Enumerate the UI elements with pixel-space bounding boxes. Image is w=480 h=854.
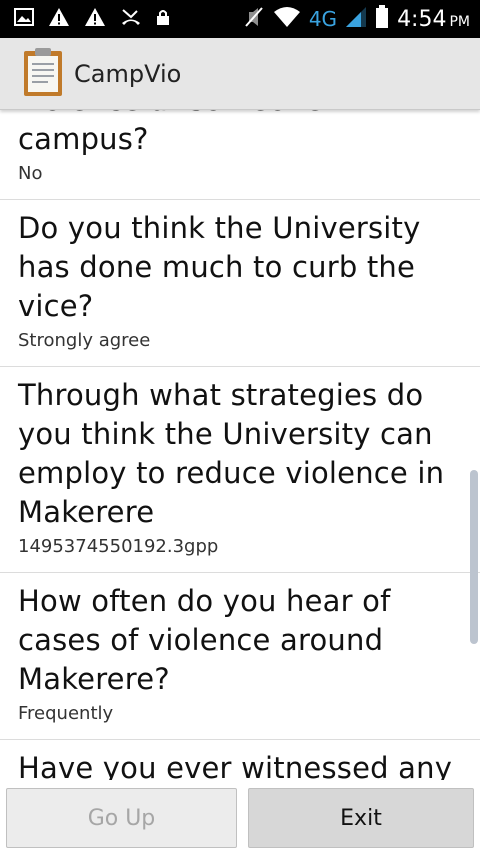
list-item[interactable]: Do you think the University has done muc…	[0, 200, 480, 367]
warning-icon	[48, 7, 70, 31]
question-text: violence at someone in campus?	[18, 110, 359, 156]
action-bar: CampVio	[0, 38, 480, 110]
bottom-button-bar: Go Up Exit	[0, 780, 480, 854]
list-item[interactable]: Have you ever witnessed any	[0, 740, 480, 780]
status-bar: 4G 4:54 PM	[0, 0, 480, 38]
clock-ampm: PM	[449, 13, 470, 30]
image-icon	[14, 8, 34, 30]
lock-icon	[156, 8, 170, 30]
notification-icons	[14, 0, 170, 38]
answer-text: Frequently	[18, 703, 114, 724]
wifi-icon	[273, 6, 301, 32]
answer-text: Strongly agree	[18, 330, 151, 351]
missed-call-icon	[120, 7, 142, 31]
question-text: How often do you hear of cases of violen…	[18, 584, 391, 696]
question-text: Through what strategies do you think the…	[18, 378, 445, 529]
question-text: Do you think the University has done muc…	[18, 211, 421, 323]
warning-icon	[84, 7, 106, 31]
answer-text: No	[18, 163, 43, 184]
network-type-label: 4G	[308, 7, 338, 31]
clock: 4:54 PM	[397, 7, 470, 32]
battery-icon	[375, 5, 389, 33]
clipboard-icon[interactable]	[22, 47, 64, 97]
list-item[interactable]: How often do you hear of cases of violen…	[0, 573, 480, 740]
answer-text: 1495374550192.3gpp	[18, 536, 219, 557]
mute-icon	[243, 6, 265, 32]
list-content: violence at someone in campus? No Do you t…	[0, 110, 480, 780]
go-up-button[interactable]: Go Up	[6, 788, 237, 848]
app-title: CampVio	[74, 60, 182, 88]
question-text: Have you ever witnessed any	[18, 751, 453, 780]
list-item[interactable]: violence at someone in campus? No	[0, 110, 480, 200]
survey-answers-list[interactable]: violence at someone in campus? No Do you t…	[0, 110, 480, 780]
scrollbar[interactable]	[470, 470, 478, 644]
signal-icon	[345, 6, 367, 32]
system-icons: 4G 4:54 PM	[243, 0, 470, 38]
exit-button[interactable]: Exit	[248, 788, 474, 848]
clock-time: 4:54	[397, 6, 447, 32]
list-item[interactable]: Through what strategies do you think the…	[0, 367, 480, 573]
